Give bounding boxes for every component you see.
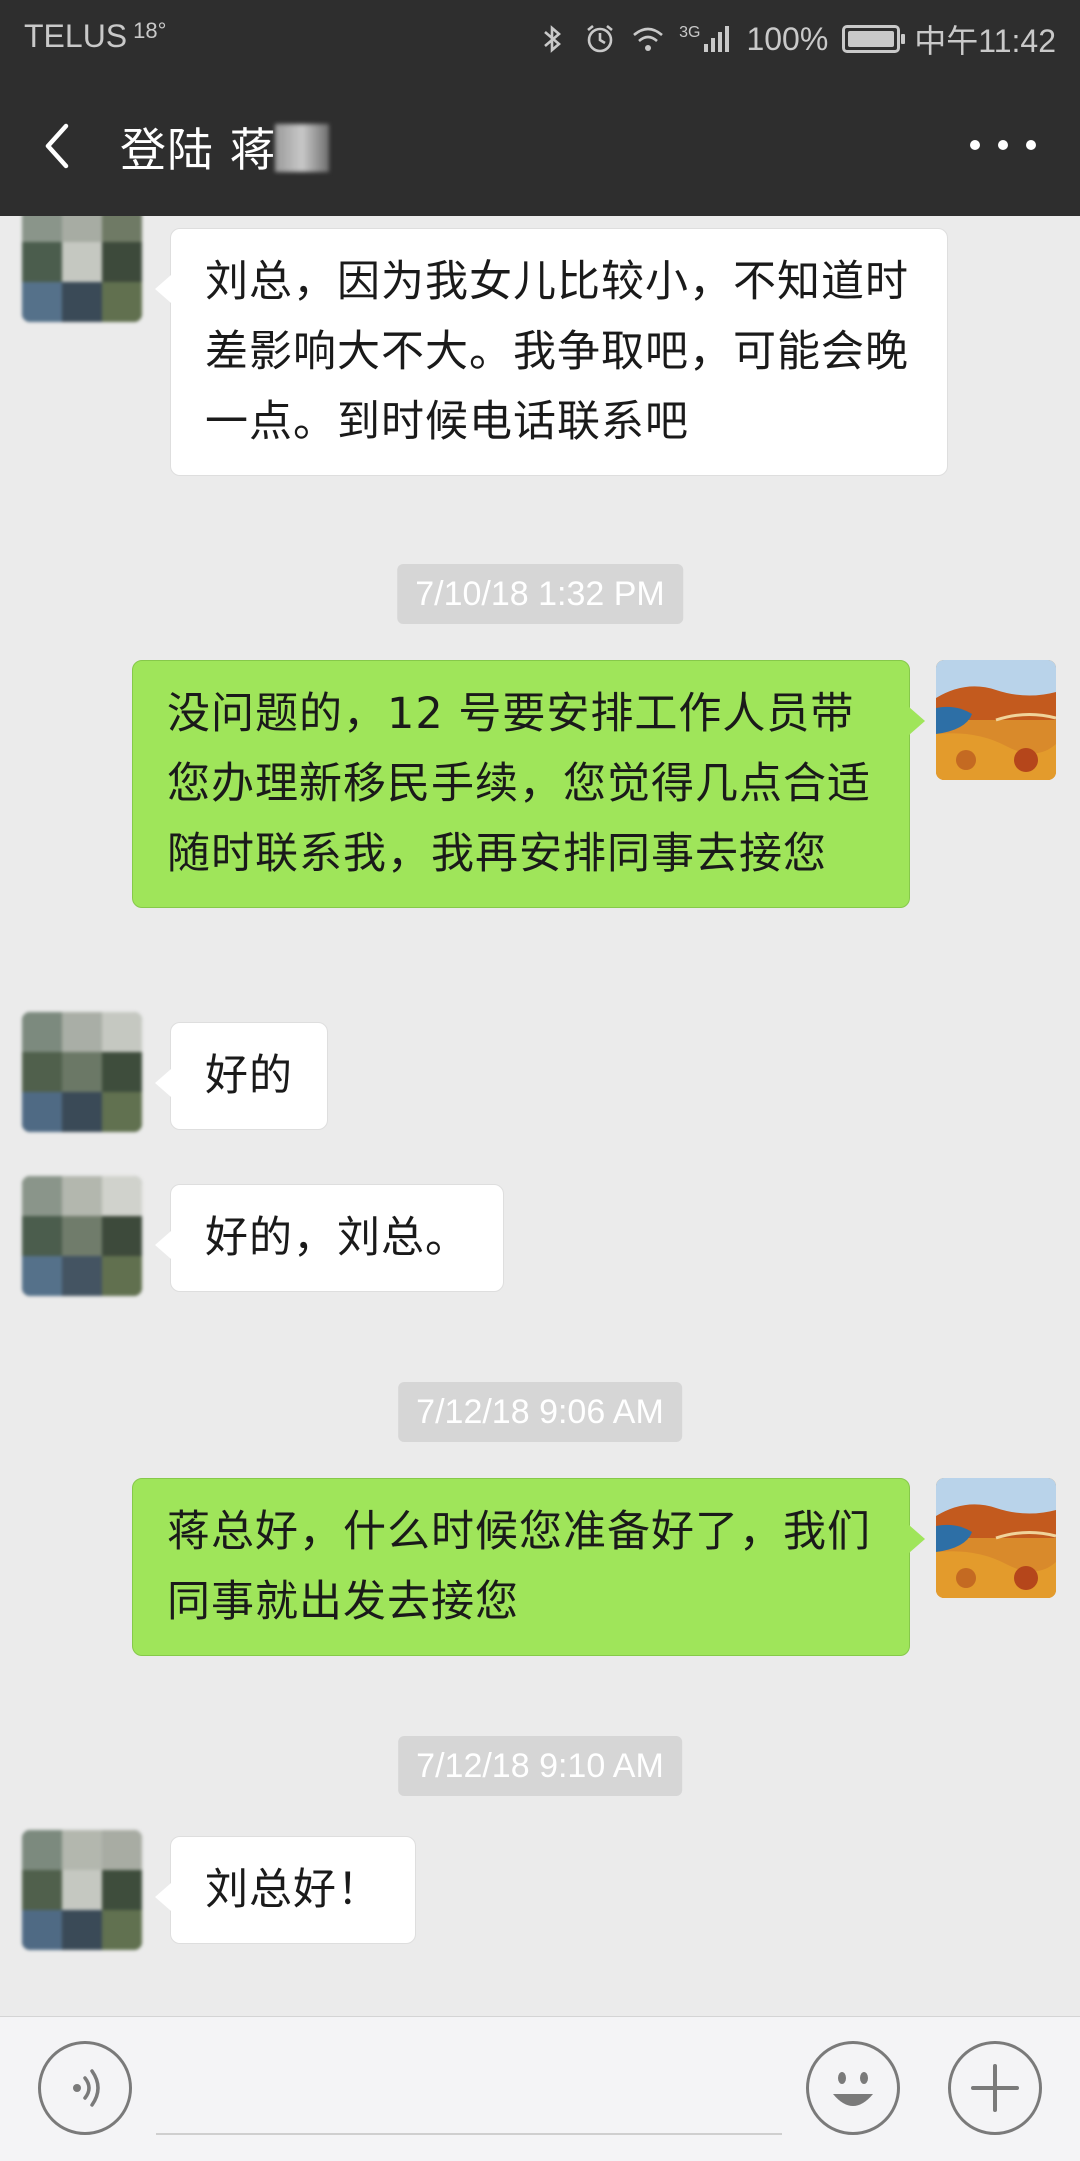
message-bubble-outgoing[interactable]: 蒋总好，什么时候您准备好了，我们同事就出发去接您 bbox=[132, 1478, 925, 1656]
my-avatar[interactable] bbox=[936, 660, 1056, 780]
timestamp: 7/10/18 1:32 PM bbox=[397, 564, 683, 624]
message-text: 好的 bbox=[205, 1051, 293, 1101]
message-input[interactable] bbox=[156, 2133, 782, 2135]
voice-icon[interactable] bbox=[38, 2041, 132, 2135]
contact-avatar[interactable] bbox=[22, 1830, 142, 1950]
message-bubble-incoming[interactable]: 刘总，因为我女儿比较小，不知道时差影响大不大。我争取吧，可能会晚一点。到时候电话… bbox=[155, 228, 948, 476]
message-text: 蒋总好，什么时候您准备好了，我们同事就出发去接您 bbox=[167, 1507, 871, 1627]
timestamp: 7/12/18 9:10 AM bbox=[398, 1736, 682, 1796]
redacted-name bbox=[274, 124, 329, 172]
message-bubble-incoming[interactable]: 好的 bbox=[155, 1022, 328, 1130]
chat-area[interactable]: 刘总，因为我女儿比较小，不知道时差影响大不大。我争取吧，可能会晚一点。到时候电话… bbox=[0, 216, 1080, 2016]
status-bar: TELUS 18° 3G 100% 中午11:42 bbox=[0, 0, 1080, 72]
carrier-name: TELUS bbox=[24, 18, 128, 54]
status-icons: 3G 100% 中午11:42 bbox=[535, 16, 1056, 62]
message-text: 好的，刘总。 bbox=[205, 1213, 469, 1263]
emoji-icon[interactable] bbox=[806, 2041, 900, 2135]
contact-avatar[interactable] bbox=[22, 1012, 142, 1132]
nav-bar: 登陆 蒋 bbox=[0, 72, 1080, 216]
chat-title-text: 登陆 蒋 bbox=[120, 123, 277, 177]
battery-icon bbox=[842, 25, 906, 53]
input-bar bbox=[0, 2016, 1080, 2161]
my-avatar[interactable] bbox=[936, 1478, 1056, 1598]
temperature: 18° bbox=[133, 18, 167, 43]
bluetooth-icon bbox=[544, 25, 562, 53]
message-text: 没问题的，12 号要安排工作人员带您办理新移民手续，您觉得几点合适随时联系我，我… bbox=[167, 689, 871, 879]
chat-title: 登陆 蒋 bbox=[120, 114, 329, 180]
alarm-icon bbox=[587, 24, 613, 53]
clock: 中午11:42 bbox=[914, 23, 1056, 59]
contact-avatar[interactable] bbox=[22, 216, 142, 322]
plus-icon[interactable] bbox=[948, 2041, 1042, 2135]
signal-icon: 3G bbox=[679, 24, 732, 54]
contact-avatar[interactable] bbox=[22, 1176, 142, 1296]
timestamp: 7/12/18 9:06 AM bbox=[398, 1382, 682, 1442]
more-dots-icon[interactable] bbox=[966, 130, 1040, 160]
message-text: 刘总，因为我女儿比较小，不知道时差影响大不大。我争取吧，可能会晚一点。到时候电话… bbox=[205, 257, 909, 447]
wifi-icon bbox=[633, 27, 663, 51]
message-bubble-outgoing[interactable]: 没问题的，12 号要安排工作人员带您办理新移民手续，您觉得几点合适随时联系我，我… bbox=[132, 660, 925, 908]
message-bubble-incoming[interactable]: 刘总好！ bbox=[155, 1836, 416, 1944]
battery-percent: 100% bbox=[746, 20, 829, 57]
message-text: 刘总好！ bbox=[205, 1865, 381, 1915]
chevron-left-icon[interactable] bbox=[36, 116, 80, 176]
message-bubble-incoming[interactable]: 好的，刘总。 bbox=[155, 1184, 504, 1292]
network-type: 3G bbox=[679, 24, 701, 41]
carrier: TELUS 18° bbox=[24, 18, 166, 55]
